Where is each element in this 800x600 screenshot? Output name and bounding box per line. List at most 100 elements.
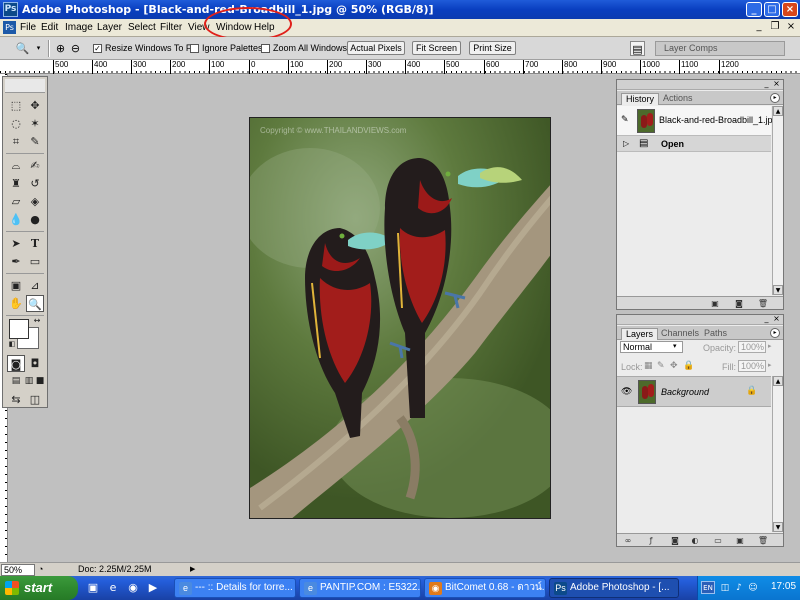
quick-mask-mode-icon[interactable]: ◘: [26, 355, 44, 372]
doc-close-button[interactable]: ×: [784, 21, 798, 34]
zoom-in-icon[interactable]: ⊕: [53, 41, 68, 56]
link-layers-icon[interactable]: ∞: [622, 535, 634, 546]
opacity-field[interactable]: 100%: [738, 341, 766, 353]
imageready-icon[interactable]: ◫: [26, 391, 44, 408]
notes-tool-icon[interactable]: ▣: [7, 277, 25, 294]
history-snapshot-row[interactable]: ✎ Black-and-red-Broadbill_1.jpg: [617, 106, 778, 136]
new-layer-icon[interactable]: ▣: [734, 535, 746, 546]
actual-pixels-button[interactable]: Actual Pixels: [347, 41, 405, 55]
zoom-all-windows-checkbox[interactable]: Zoom All Windows: [261, 43, 347, 53]
tab-actions[interactable]: Actions: [659, 93, 697, 105]
menu-view[interactable]: View: [188, 22, 210, 33]
full-screen-mode-icon[interactable]: ■: [33, 373, 47, 390]
zoom-level-field[interactable]: 50%: [1, 564, 35, 576]
adjustment-layer-icon[interactable]: ◐: [689, 535, 701, 546]
scroll-down-icon[interactable]: ▼: [773, 285, 783, 295]
new-document-from-state-icon[interactable]: ▣: [709, 298, 721, 309]
panel-close-button[interactable]: ×: [772, 80, 781, 89]
lock-transparency-icon[interactable]: ▦: [644, 361, 653, 371]
maximize-button[interactable]: □: [764, 2, 780, 17]
hand-tool-icon[interactable]: ✋: [7, 295, 25, 312]
taskbar-item-active[interactable]: Ps Adobe Photoshop - [...: [549, 578, 679, 598]
new-group-icon[interactable]: ▭: [712, 535, 724, 546]
swap-colors-icon[interactable]: ↔: [31, 315, 43, 327]
checkbox-unchecked[interactable]: [190, 43, 199, 53]
doc-minimize-button[interactable]: _: [752, 21, 766, 34]
taskbar-item[interactable]: e PANTIP.COM : E5322...: [299, 578, 421, 598]
fit-screen-button[interactable]: Fit Screen: [412, 41, 461, 55]
layers-scrollbar[interactable]: ▲ ▼: [772, 376, 783, 532]
start-button[interactable]: start: [0, 576, 78, 600]
opacity-arrow-icon[interactable]: ▸: [768, 342, 772, 350]
foreground-color-swatch[interactable]: [9, 319, 29, 339]
path-selection-tool-icon[interactable]: ➤: [7, 235, 25, 252]
layer-comps-tab[interactable]: Layer Comps: [655, 41, 785, 56]
layer-style-icon[interactable]: ƒ: [645, 535, 657, 546]
menu-filter[interactable]: Filter: [160, 22, 182, 33]
tab-paths[interactable]: Paths: [700, 328, 731, 340]
tab-channels[interactable]: Channels: [657, 328, 703, 340]
tab-history[interactable]: History: [621, 93, 660, 105]
standard-mode-icon[interactable]: ◙: [7, 355, 25, 372]
taskbar-item[interactable]: ◉ BitComet 0.68 - ดาวน์...: [424, 578, 546, 598]
document-icon[interactable]: Ps: [3, 21, 16, 34]
checkbox-checked[interactable]: ✓: [93, 43, 102, 53]
history-brush-tool-icon[interactable]: ↺: [26, 175, 44, 192]
show-desktop-icon[interactable]: ▣: [86, 581, 100, 595]
panel-minimize-button[interactable]: _: [762, 315, 771, 324]
move-tool-icon[interactable]: ✥: [26, 97, 44, 114]
messenger-icon[interactable]: ☺: [747, 582, 759, 594]
scroll-up-icon[interactable]: ▲: [773, 376, 783, 386]
brush-tool-icon[interactable]: ✍: [26, 157, 44, 174]
slice-tool-icon[interactable]: ✎: [26, 133, 44, 150]
chevron-down-icon[interactable]: ▾: [673, 342, 677, 350]
eraser-tool-icon[interactable]: ▱: [7, 193, 25, 210]
taskbar-item[interactable]: e --- :: Details for torre...: [174, 578, 296, 598]
new-snapshot-icon[interactable]: ◙: [733, 298, 745, 309]
photoshop-icon[interactable]: Ps: [3, 2, 18, 17]
ignore-palettes-checkbox[interactable]: Ignore Palettes: [190, 43, 263, 53]
panel-menu-icon[interactable]: ▸: [770, 328, 780, 338]
scroll-up-icon[interactable]: ▲: [773, 106, 783, 116]
menu-file[interactable]: File: [20, 22, 36, 33]
jump-to-imageready-icon[interactable]: ⇆: [7, 391, 25, 408]
document-canvas[interactable]: Copyright © www.THAILANDVIEWS.com: [249, 117, 551, 519]
panel-menu-icon[interactable]: ▸: [770, 93, 780, 103]
print-size-button[interactable]: Print Size: [469, 41, 516, 55]
menu-select[interactable]: Select: [128, 22, 156, 33]
lasso-tool-icon[interactable]: ◌: [7, 115, 25, 132]
menu-image[interactable]: Image: [65, 22, 93, 33]
menu-layer[interactable]: Layer: [97, 22, 122, 33]
lock-position-icon[interactable]: ✥: [670, 361, 678, 371]
fill-arrow-icon[interactable]: ▸: [768, 361, 772, 369]
lock-image-icon[interactable]: ✎: [657, 361, 665, 371]
resize-windows-checkbox[interactable]: ✓ Resize Windows To Fit: [93, 43, 196, 53]
delete-state-icon[interactable]: 🗑: [757, 298, 769, 309]
feather-icon[interactable]: [5, 79, 45, 93]
volume-icon[interactable]: ♪: [733, 582, 745, 594]
history-scrollbar[interactable]: ▲ ▼: [772, 106, 783, 295]
media-player-icon[interactable]: ▶: [146, 581, 160, 595]
panel-close-button[interactable]: ×: [772, 315, 781, 324]
file-browser-icon[interactable]: ▤: [630, 41, 645, 56]
tool-preset-dropdown-icon[interactable]: ▾: [31, 41, 46, 56]
layer-mask-icon[interactable]: ◙: [669, 535, 681, 546]
clone-stamp-tool-icon[interactable]: ♜: [7, 175, 25, 192]
fill-field[interactable]: 100%: [738, 360, 766, 372]
scroll-down-icon[interactable]: ▼: [773, 522, 783, 532]
healing-brush-tool-icon[interactable]: ⌓: [7, 157, 25, 174]
default-colors-icon[interactable]: ◧: [7, 339, 17, 349]
status-menu-arrow-icon[interactable]: ▶: [190, 565, 195, 573]
delete-layer-icon[interactable]: 🗑: [757, 535, 769, 546]
internet-explorer-icon[interactable]: e: [106, 581, 120, 595]
language-indicator[interactable]: EN: [701, 581, 715, 594]
panel-minimize-button[interactable]: _: [762, 80, 771, 89]
network-icon[interactable]: ◫: [719, 582, 731, 594]
menu-edit[interactable]: Edit: [41, 22, 58, 33]
lock-all-icon[interactable]: 🔒: [683, 361, 694, 371]
layer-row-background[interactable]: 👁 Background 🔒: [617, 376, 771, 407]
crop-tool-icon[interactable]: ⌗: [7, 133, 25, 150]
menu-window[interactable]: Window: [216, 22, 252, 33]
eye-icon[interactable]: 👁: [621, 387, 632, 397]
history-state-row[interactable]: ▷ ▤ Open: [617, 136, 771, 152]
